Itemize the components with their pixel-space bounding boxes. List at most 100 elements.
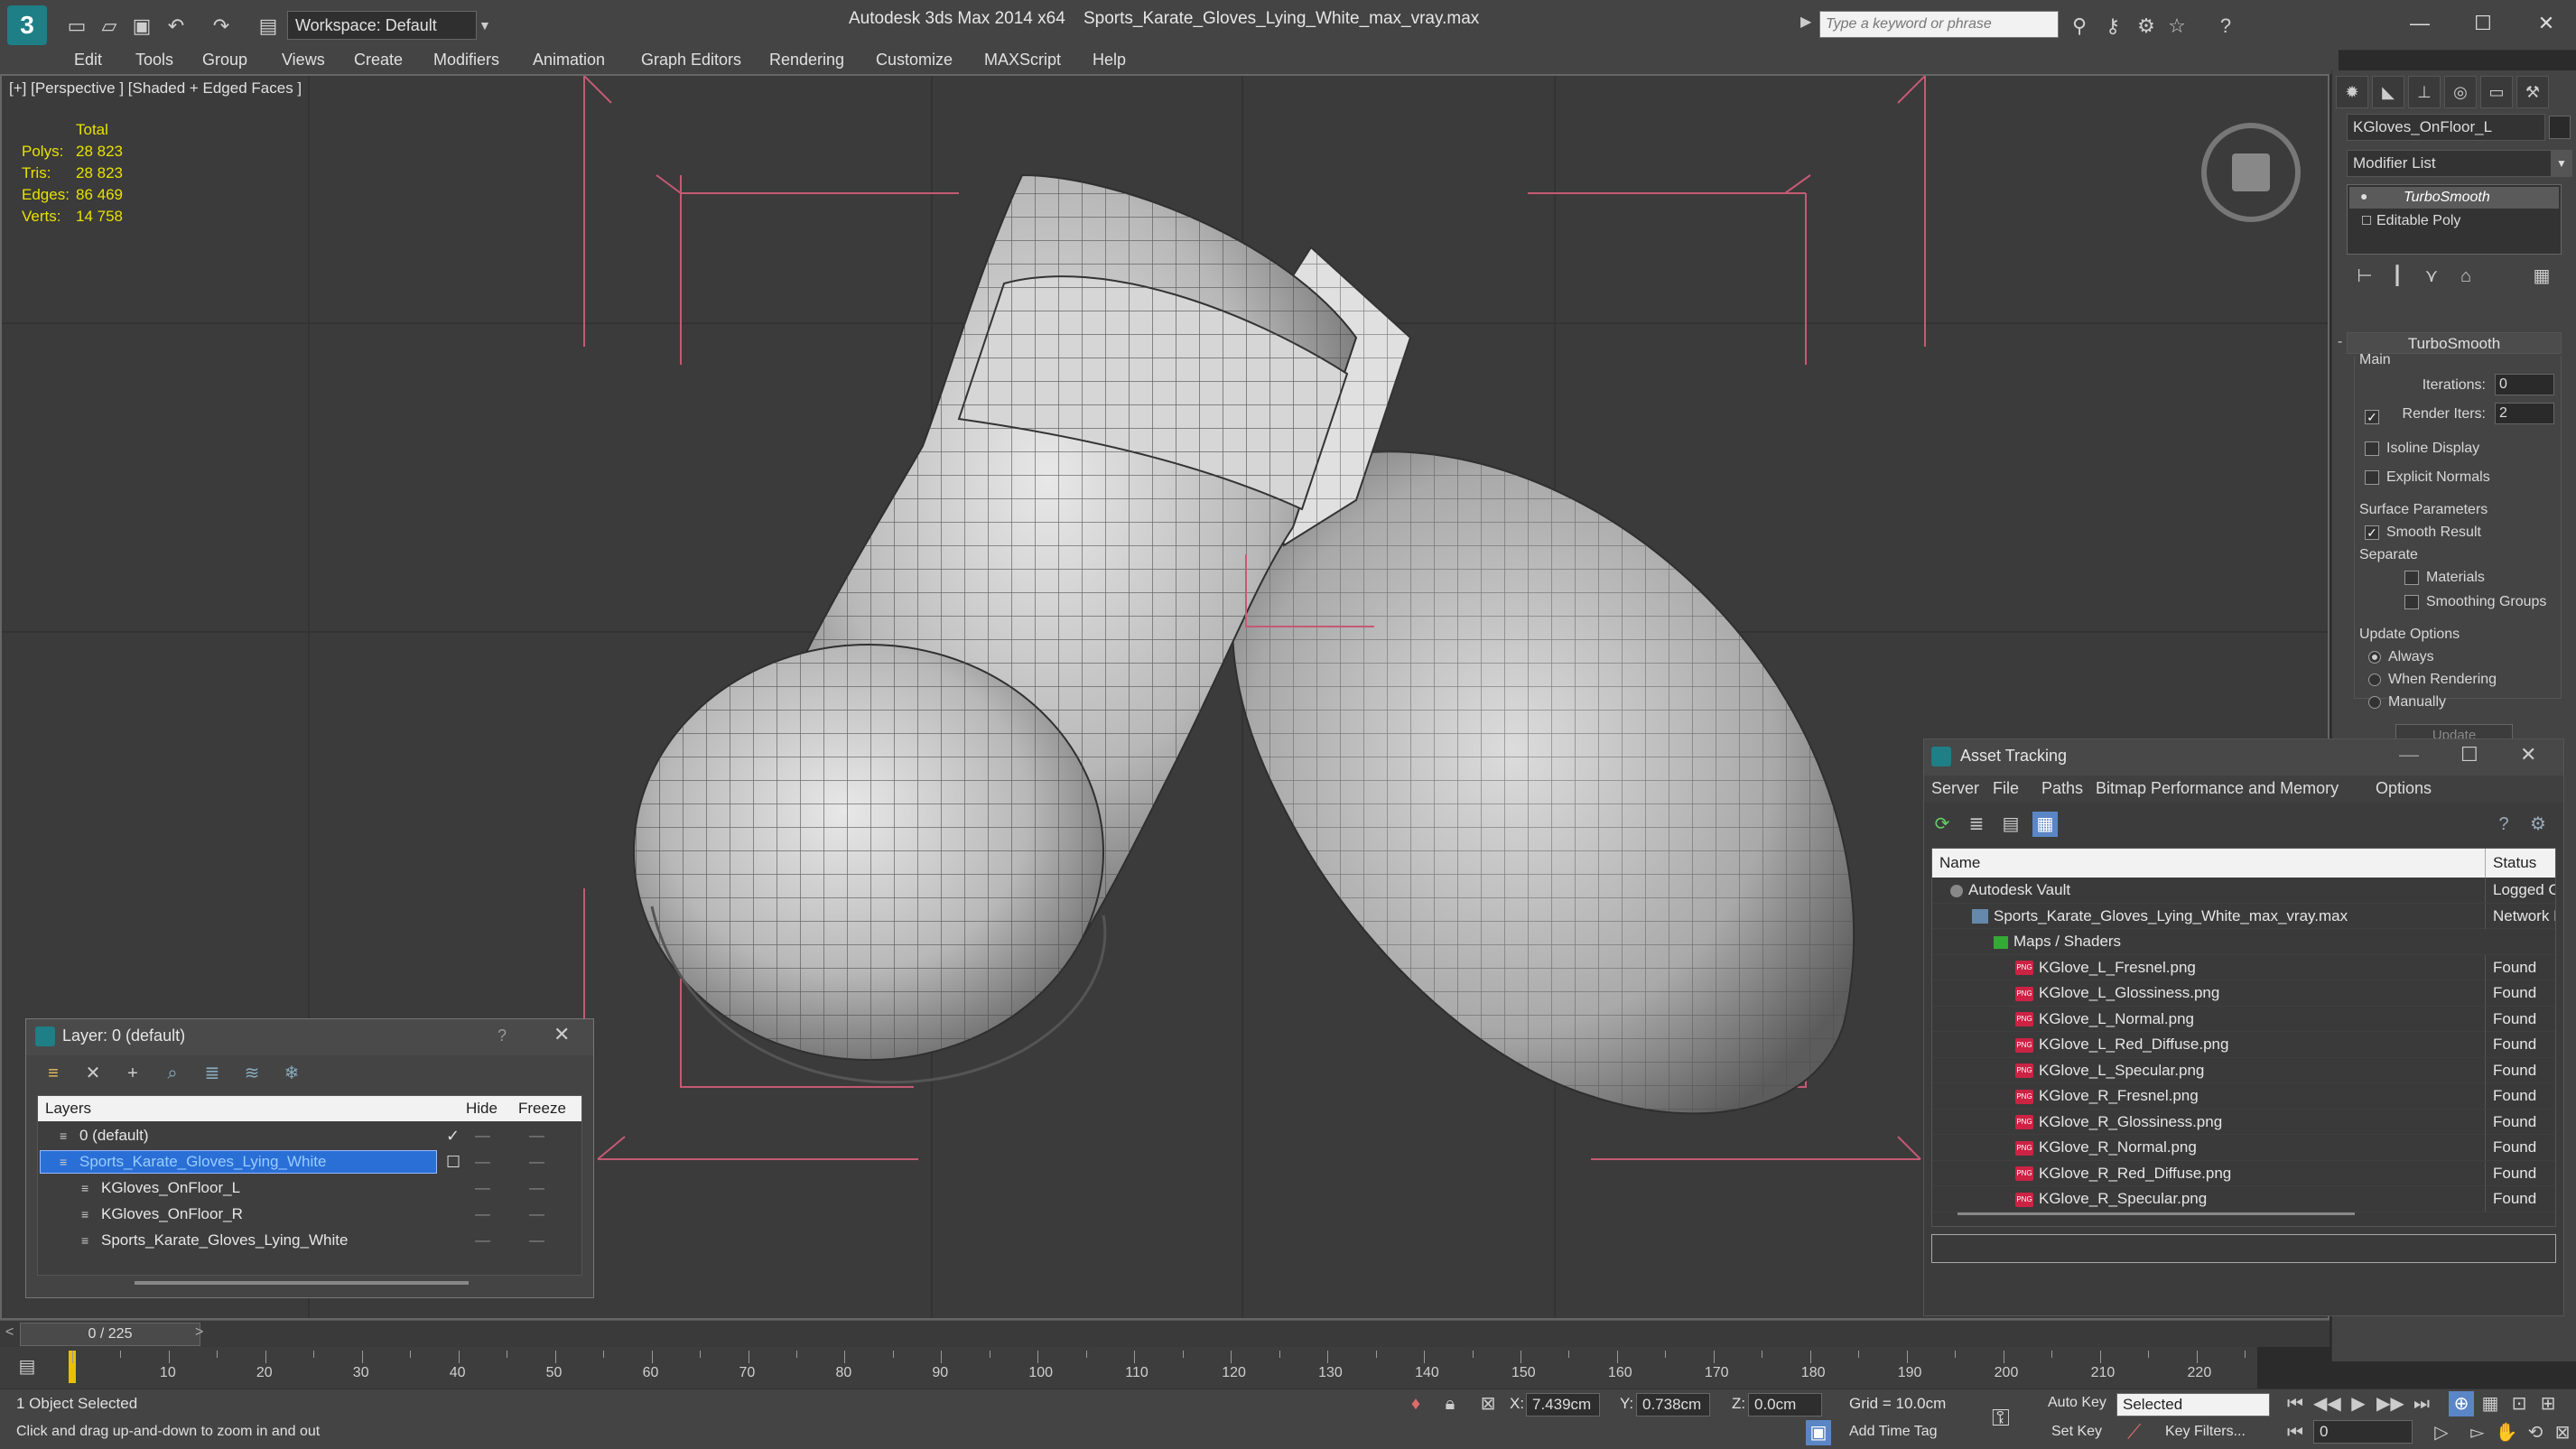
- turbosmooth-rollout-header[interactable]: TurboSmooth: [2347, 332, 2562, 354]
- zoom-extents-icon[interactable]: ⊡: [2506, 1391, 2532, 1416]
- app-logo-icon[interactable]: 3: [7, 5, 47, 45]
- menu-create[interactable]: Create: [354, 45, 403, 74]
- field-of-view-icon[interactable]: ▻: [2465, 1420, 2490, 1445]
- table-view-icon[interactable]: ▦: [2032, 812, 2058, 837]
- col-layers[interactable]: Layers: [45, 1096, 91, 1121]
- isoline-display-checkbox[interactable]: Isoline Display: [2365, 441, 2479, 457]
- new-file-icon[interactable]: ▭: [63, 13, 90, 40]
- freeze-toggle-icon[interactable]: —: [529, 1202, 544, 1227]
- menu-group[interactable]: Group: [202, 45, 247, 74]
- asset-row[interactable]: PNG KGlove_R_Fresnel.png Found: [1932, 1083, 2555, 1110]
- freeze-toggle-icon[interactable]: —: [529, 1149, 544, 1175]
- track-bar[interactable]: ▤ 10 20 30 40 50 60 70 80 90 100 110 120 130 140 150 16…: [0, 1347, 2257, 1389]
- asset-row[interactable]: Autodesk Vault Logged O: [1932, 878, 2555, 904]
- time-slider[interactable]: < 0 / 225 >: [0, 1320, 2330, 1347]
- hide-toggle-icon[interactable]: —: [475, 1123, 490, 1148]
- current-layer-box-icon[interactable]: ☐: [446, 1149, 460, 1175]
- menu-help[interactable]: Help: [1093, 45, 1126, 74]
- y-coordinate-field[interactable]: 0.738cm: [1636, 1393, 1710, 1416]
- object-color-swatch[interactable]: [2549, 116, 2571, 139]
- render-iters-spinner[interactable]: 2: [2495, 403, 2554, 424]
- layer-row[interactable]: ≡ Sports_Karate_Gloves_Lying_White ☐ — —: [38, 1149, 580, 1175]
- chevron-down-icon[interactable]: ▼: [479, 11, 497, 40]
- play-icon[interactable]: ▶: [2346, 1391, 2371, 1416]
- help-question-icon[interactable]: ?: [2491, 812, 2516, 837]
- layer-row[interactable]: ≡ KGloves_OnFloor_L — —: [38, 1175, 580, 1201]
- menu-paths[interactable]: Paths: [2041, 779, 2083, 798]
- configure-sets-icon[interactable]: ▦: [2529, 264, 2554, 289]
- thumbnail-view-icon[interactable]: ▤: [1998, 812, 2023, 837]
- collapse-minus-icon[interactable]: -: [2338, 334, 2342, 350]
- minimize-icon[interactable]: —: [2393, 5, 2447, 42]
- list-view-icon[interactable]: ≣: [1964, 812, 1989, 837]
- save-file-icon[interactable]: ▣: [128, 13, 155, 40]
- menu-modifiers[interactable]: Modifiers: [433, 45, 499, 74]
- settings-icon[interactable]: ⚙: [2525, 812, 2551, 837]
- zoom-icon[interactable]: ⊕: [2449, 1391, 2474, 1416]
- prev-key-icon[interactable]: ◀◀: [2313, 1391, 2341, 1416]
- asset-row[interactable]: PNG KGlove_R_Glossiness.png Found: [1932, 1109, 2555, 1135]
- expand-box-icon[interactable]: [2362, 216, 2371, 225]
- remove-modifier-icon[interactable]: ⌂: [2453, 264, 2478, 289]
- layer-row[interactable]: ≡ 0 (default) ✓ — —: [38, 1123, 580, 1148]
- menu-customize[interactable]: Customize: [876, 45, 953, 74]
- maximize-icon[interactable]: ☐: [2460, 743, 2478, 766]
- layer-row[interactable]: ≡ KGloves_OnFloor_R — —: [38, 1202, 580, 1227]
- add-time-tag[interactable]: Add Time Tag: [1849, 1424, 1938, 1440]
- motion-tab-icon[interactable]: ◎: [2444, 76, 2477, 108]
- refresh-icon[interactable]: ⟳: [1930, 812, 1955, 837]
- selection-lock-icon[interactable]: 🔒︎: [1437, 1391, 1463, 1416]
- zoom-extents-all-icon[interactable]: ⊞: [2535, 1391, 2561, 1416]
- x-coordinate-field[interactable]: 7.439cm: [1526, 1393, 1600, 1416]
- menu-file[interactable]: File: [1993, 779, 2019, 798]
- menu-tools[interactable]: Tools: [135, 45, 173, 74]
- next-frame-arrow-icon[interactable]: >: [195, 1324, 203, 1341]
- manually-radio[interactable]: Manually: [2368, 694, 2446, 711]
- explicit-normals-checkbox[interactable]: Explicit Normals: [2365, 469, 2490, 486]
- lightbulb-icon[interactable]: ●: [2360, 189, 2367, 203]
- freeze-toggle-icon[interactable]: —: [529, 1175, 544, 1201]
- asset-row[interactable]: PNG KGlove_R_Normal.png Found: [1932, 1135, 2555, 1161]
- asset-row[interactable]: Sports_Karate_Gloves_Lying_White_max_vra…: [1932, 903, 2555, 929]
- menu-bitmap-performance[interactable]: Bitmap Performance and Memory: [2096, 779, 2339, 798]
- object-name-field[interactable]: KGloves_OnFloor_L: [2347, 114, 2545, 141]
- asset-row[interactable]: PNG KGlove_L_Fresnel.png Found: [1932, 954, 2555, 980]
- auto-key-button[interactable]: Auto Key: [2048, 1395, 2106, 1411]
- favorites-star-icon[interactable]: ☆: [2163, 13, 2190, 40]
- time-config-icon[interactable]: ▷: [2429, 1420, 2454, 1445]
- when-rendering-radio[interactable]: When Rendering: [2368, 672, 2497, 688]
- horizontal-scrollbar[interactable]: [135, 1281, 469, 1285]
- redo-icon[interactable]: ↷: [208, 13, 235, 40]
- stack-item-editable-poly[interactable]: Editable Poly: [2349, 210, 2559, 232]
- menu-rendering[interactable]: Rendering: [769, 45, 844, 74]
- col-hide[interactable]: Hide: [466, 1096, 498, 1121]
- smooth-result-checkbox[interactable]: ✓ Smooth Result: [2365, 525, 2481, 541]
- key-icon[interactable]: ⚿: [1992, 1404, 2010, 1433]
- asset-row[interactable]: PNG KGlove_L_Red_Diffuse.png Found: [1932, 1032, 2555, 1058]
- freeze-toggle-icon[interactable]: —: [529, 1123, 544, 1148]
- utilities-tab-icon[interactable]: ⚒: [2516, 76, 2549, 108]
- next-key-icon[interactable]: ▶▶: [2376, 1391, 2404, 1416]
- workspace-dropdown[interactable]: Workspace: Default: [287, 11, 477, 40]
- menu-server[interactable]: Server: [1931, 779, 1979, 798]
- close-icon[interactable]: ✕: [553, 1023, 570, 1046]
- subscription-icon[interactable]: ⚷: [2099, 13, 2126, 40]
- hide-toggle-icon[interactable]: —: [475, 1228, 490, 1253]
- select-objects-icon[interactable]: ⌕: [160, 1061, 185, 1086]
- smoothing-groups-checkbox[interactable]: Smoothing Groups: [2404, 594, 2546, 610]
- maximize-viewport-icon[interactable]: ⊠: [2550, 1420, 2575, 1445]
- asset-row[interactable]: PNG KGlove_R_Specular.png Found: [1932, 1186, 2555, 1212]
- key-mode-dropdown[interactable]: Selected: [2116, 1393, 2270, 1416]
- viewcube-icon[interactable]: [2201, 123, 2301, 222]
- menu-options[interactable]: Options: [2376, 779, 2432, 798]
- mini-curve-editor-icon[interactable]: ▤: [14, 1354, 40, 1379]
- key-filters-button[interactable]: Key Filters...: [2165, 1424, 2246, 1440]
- render-iters-checkbox[interactable]: ✓: [2365, 407, 2386, 426]
- freeze-all-icon[interactable]: ❄: [279, 1061, 304, 1086]
- materials-checkbox[interactable]: Materials: [2404, 570, 2485, 586]
- highlight-layer-icon[interactable]: ≣: [200, 1061, 225, 1086]
- set-key-button[interactable]: Set Key: [2051, 1424, 2102, 1440]
- create-layer-icon[interactable]: ≡: [41, 1061, 66, 1086]
- asset-row[interactable]: PNG KGlove_L_Normal.png Found: [1932, 1006, 2555, 1032]
- layer-row[interactable]: ≡ Sports_Karate_Gloves_Lying_White — —: [38, 1228, 580, 1253]
